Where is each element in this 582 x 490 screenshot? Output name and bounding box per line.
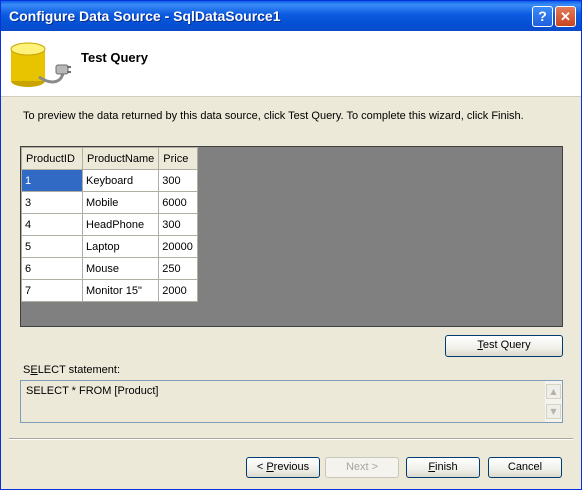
table-cell[interactable]: Mouse [81,257,160,280]
table-cell[interactable]: 1 [21,169,83,192]
table-row[interactable]: 4 HeadPhone 300 [21,213,199,236]
sql-statement-box[interactable]: SELECT * FROM [Product] ▲ ▼ [20,380,563,423]
table-cell[interactable]: 300 [158,169,199,192]
results-grid[interactable]: ProductID ProductName Price 1 Keyboard 3… [20,146,563,327]
table-cell[interactable]: 20000 [158,235,199,258]
vertical-scrollbar[interactable]: ▲ ▼ [545,381,562,422]
table-row[interactable]: 1 Keyboard 300 [21,169,199,192]
results-table: ProductID ProductName Price 1 Keyboard 3… [21,147,199,302]
next-button[interactable]: Next > [325,457,399,478]
sql-text: SELECT * FROM [Product] [26,385,159,397]
label-text: LECT statement: [37,364,121,376]
footer-divider [9,438,573,440]
window-title: Configure Data Source - SqlDataSource1 [9,8,281,24]
table-cell[interactable]: 6000 [158,191,199,214]
column-header-productid[interactable]: ProductID [21,147,83,170]
table-cell[interactable]: Mobile [81,191,160,214]
question-mark-icon: ? [538,8,547,24]
cancel-button[interactable]: Cancel [488,457,562,478]
column-header-productname[interactable]: ProductName [81,147,160,170]
table-cell[interactable]: 250 [158,257,199,280]
button-label: est Query [482,339,531,351]
access-key: P [266,461,274,473]
table-row[interactable]: 7 Monitor 15" 2000 [21,279,199,302]
table-cell[interactable]: 4 [21,213,83,236]
table-row[interactable]: 3 Mobile 6000 [21,191,199,214]
scroll-down-icon[interactable]: ▼ [546,404,561,419]
help-button[interactable]: ? [532,6,553,27]
database-plug-icon [10,42,71,87]
select-statement-label: SELECT statement: [23,364,120,376]
table-cell[interactable]: HeadPhone [81,213,160,236]
table-cell[interactable]: 6 [21,257,83,280]
test-query-button[interactable]: Test Query [445,335,563,357]
button-label: < [256,461,267,473]
table-cell[interactable]: 300 [158,213,199,236]
table-cell[interactable]: 5 [21,235,83,258]
finish-button[interactable]: Finish [406,457,480,478]
table-cell[interactable]: Laptop [81,235,160,258]
table-cell[interactable]: 7 [21,279,83,302]
table-header-row: ProductID ProductName Price [21,147,199,170]
title-bar[interactable]: Configure Data Source - SqlDataSource1 ?… [1,1,581,31]
close-icon: ✕ [560,9,571,24]
close-button[interactable]: ✕ [555,6,576,27]
table-cell[interactable]: Keyboard [81,169,160,192]
table-cell[interactable]: 2000 [158,279,199,302]
button-label: inish [435,461,458,473]
wizard-header: Test Query [1,31,581,97]
table-row[interactable]: 5 Laptop 20000 [21,235,199,258]
page-title: Test Query [81,50,148,65]
instruction-text: To preview the data returned by this dat… [23,110,524,122]
scroll-up-icon[interactable]: ▲ [546,384,561,399]
configure-data-source-dialog: Configure Data Source - SqlDataSource1 ?… [0,0,582,490]
access-key: E [30,364,38,376]
table-row[interactable]: 6 Mouse 250 [21,257,199,280]
table-cell[interactable]: Monitor 15" [81,279,160,302]
button-label: revious [273,461,310,473]
table-cell[interactable]: 3 [21,191,83,214]
previous-button[interactable]: < Previous [246,457,320,478]
column-header-price[interactable]: Price [158,147,199,170]
